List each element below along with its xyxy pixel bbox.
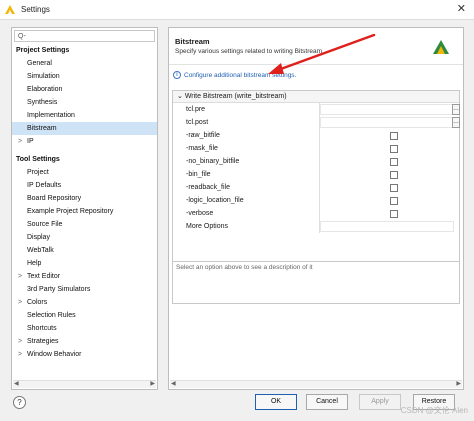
mask-file-checkbox[interactable] bbox=[390, 145, 398, 153]
divider bbox=[169, 64, 463, 65]
watermark: CSDN @文伦 Alen bbox=[400, 406, 468, 415]
verbose-checkbox[interactable] bbox=[390, 210, 398, 218]
nav-item-general[interactable]: General bbox=[12, 57, 157, 70]
nav-item-project[interactable]: Project bbox=[12, 166, 157, 179]
options-group-header[interactable]: ⌄ Write Bitstream (write_bitstream) bbox=[173, 91, 459, 103]
readback-file-checkbox[interactable] bbox=[390, 184, 398, 192]
option-description-box: Select an option above to see a descript… bbox=[172, 261, 460, 304]
nav-item-window-behavior[interactable]: > Window Behavior bbox=[12, 348, 157, 361]
chevron-right-icon[interactable]: > bbox=[18, 296, 22, 309]
search-icon: Q- bbox=[18, 32, 26, 40]
chevron-right-icon[interactable]: > bbox=[18, 335, 22, 348]
browse-button[interactable]: … bbox=[452, 117, 460, 128]
nav-item-board-repository[interactable]: Board Repository bbox=[12, 192, 157, 205]
nav-item-example-project-repository[interactable]: Example Project Repository bbox=[12, 205, 157, 218]
more-options-value[interactable] bbox=[320, 221, 454, 232]
settings-content-panel: Bitstream Specify various settings relat… bbox=[168, 27, 464, 390]
logic-location-file-checkbox[interactable] bbox=[390, 197, 398, 205]
search-input[interactable]: Q- bbox=[14, 30, 155, 42]
chevron-right-icon[interactable]: > bbox=[18, 135, 22, 148]
option-row-logic-location-file: -logic_location_file bbox=[173, 194, 459, 207]
section-description: Specify various settings related to writ… bbox=[175, 48, 323, 55]
raw-bitfile-checkbox[interactable] bbox=[390, 132, 398, 140]
browse-button[interactable]: … bbox=[452, 104, 460, 115]
scroll-right-icon[interactable]: ▶ bbox=[456, 380, 461, 387]
description-placeholder: Select an option above to see a descript… bbox=[176, 264, 313, 271]
tool-settings-heading: Tool Settings bbox=[16, 156, 60, 163]
nav-item-elaboration[interactable]: Elaboration bbox=[12, 83, 157, 96]
apply-button[interactable]: Apply bbox=[359, 394, 401, 410]
nav-item-help[interactable]: Help bbox=[12, 257, 157, 270]
tcl-pre-value[interactable] bbox=[320, 104, 454, 115]
chevron-down-icon[interactable]: ⌄ bbox=[177, 93, 185, 100]
option-row-readback-file: -readback_file bbox=[173, 181, 459, 194]
ok-button[interactable]: OK bbox=[255, 394, 297, 410]
horizontal-scrollbar[interactable]: ◀ ▶ bbox=[13, 380, 156, 388]
nav-item-webtalk[interactable]: WebTalk bbox=[12, 244, 157, 257]
option-row-more-options: More Options bbox=[173, 220, 459, 233]
option-row-raw-bitfile: -raw_bitfile bbox=[173, 129, 459, 142]
nav-item-bitstream[interactable]: Bitstream bbox=[12, 122, 157, 135]
close-icon[interactable]: ✕ bbox=[457, 4, 466, 15]
option-row-tcl-pre: tcl.pre … bbox=[173, 103, 460, 116]
scroll-left-icon[interactable]: ◀ bbox=[14, 380, 19, 387]
nav-item-selection-rules[interactable]: Selection Rules bbox=[12, 309, 157, 322]
settings-tree: Project Settings General Simulation Elab… bbox=[12, 45, 157, 361]
nav-item-3rd-party-simulators[interactable]: 3rd Party Simulators bbox=[12, 283, 157, 296]
nav-item-ip[interactable]: > IP bbox=[12, 135, 157, 148]
option-row-tcl-post: tcl.post … bbox=[173, 116, 460, 129]
no-binary-bitfile-checkbox[interactable] bbox=[390, 158, 398, 166]
scroll-left-icon[interactable]: ◀ bbox=[171, 380, 176, 387]
nav-item-implementation[interactable]: Implementation bbox=[12, 109, 157, 122]
configure-bitstream-link[interactable]: Configure additional bitstream settings. bbox=[184, 72, 296, 79]
option-row-bin-file: -bin_file bbox=[173, 168, 459, 181]
nav-item-synthesis[interactable]: Synthesis bbox=[12, 96, 157, 109]
bin-file-checkbox[interactable] bbox=[390, 171, 398, 179]
nav-item-shortcuts[interactable]: Shortcuts bbox=[12, 322, 157, 335]
window-title: Settings bbox=[21, 5, 50, 14]
horizontal-scrollbar[interactable]: ◀ ▶ bbox=[170, 380, 462, 388]
option-row-mask-file: -mask_file bbox=[173, 142, 459, 155]
help-button[interactable]: ? bbox=[13, 396, 26, 409]
settings-nav-panel: Q- Project Settings General Simulation E… bbox=[11, 27, 158, 390]
nav-item-source-file[interactable]: Source File bbox=[12, 218, 157, 231]
nav-item-ip-defaults[interactable]: IP Defaults bbox=[12, 179, 157, 192]
info-link-row[interactable]: i Configure additional bitstream setting… bbox=[173, 71, 296, 79]
nav-item-simulation[interactable]: Simulation bbox=[12, 70, 157, 83]
title-bar: Settings ✕ bbox=[0, 0, 474, 20]
section-title: Bitstream bbox=[175, 37, 210, 46]
nav-item-text-editor[interactable]: > Text Editor bbox=[12, 270, 157, 283]
info-icon: i bbox=[173, 71, 181, 79]
option-row-no-binary-bitfile: -no_binary_bitfile bbox=[173, 155, 459, 168]
chevron-right-icon[interactable]: > bbox=[18, 270, 22, 283]
tcl-post-value[interactable] bbox=[320, 117, 454, 128]
nav-item-colors[interactable]: > Colors bbox=[12, 296, 157, 309]
scroll-right-icon[interactable]: ▶ bbox=[150, 380, 155, 387]
nav-item-display[interactable]: Display bbox=[12, 231, 157, 244]
cancel-button[interactable]: Cancel bbox=[306, 394, 348, 410]
vivado-brand-icon bbox=[433, 40, 449, 54]
project-settings-heading: Project Settings bbox=[16, 47, 70, 54]
write-bitstream-options-table: ⌄ Write Bitstream (write_bitstream) tcl.… bbox=[172, 90, 460, 267]
vivado-logo-icon bbox=[5, 5, 15, 14]
option-row-verbose: -verbose bbox=[173, 207, 459, 220]
chevron-right-icon[interactable]: > bbox=[18, 348, 22, 361]
nav-item-strategies[interactable]: > Strategies bbox=[12, 335, 157, 348]
